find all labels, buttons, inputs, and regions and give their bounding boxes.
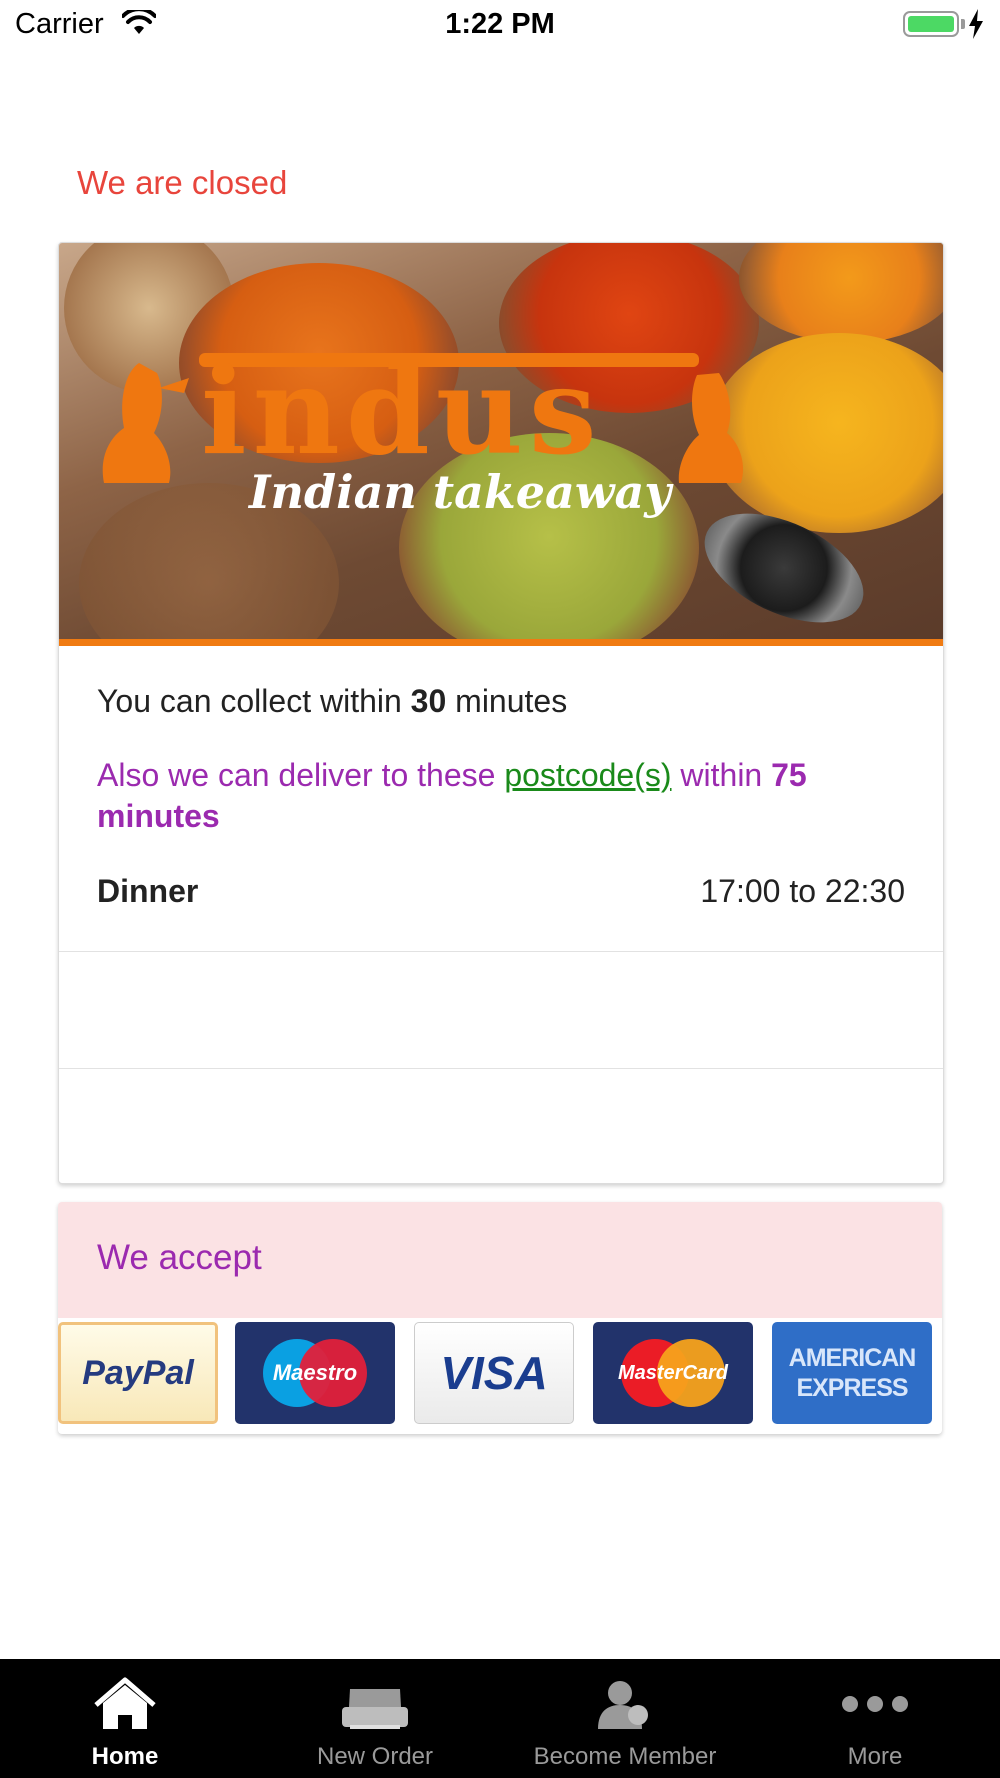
paypal-logo: PayPal	[58, 1322, 218, 1424]
hero-banner: indus Indian takeaway	[59, 243, 943, 639]
tab-new-order[interactable]: New Order	[250, 1659, 500, 1778]
meal-name: Dinner	[97, 873, 199, 909]
battery-icon	[903, 11, 959, 37]
postcodes-link[interactable]: postcode(s)	[504, 757, 671, 793]
payment-methods-header: We accept	[58, 1202, 942, 1318]
tab-bar: Home New Order Become Member More	[0, 1659, 1000, 1778]
row-divider	[59, 1068, 943, 1069]
charging-bolt-icon	[969, 9, 983, 39]
maestro-logo: Maestro	[235, 1322, 395, 1424]
tab-become-member-label: Become Member	[533, 1743, 717, 1770]
clock: 1:22 PM	[445, 8, 555, 40]
mastercard-logo: MasterCard	[593, 1322, 753, 1424]
closed-message: We are closed	[77, 164, 288, 201]
payment-methods-title: We accept	[97, 1238, 262, 1277]
collect-info: You can collect within 30 minutes	[97, 683, 568, 719]
delivery-info: Also we can deliver to these postcode(s)…	[97, 757, 807, 834]
meal-hours: 17:00 to 22:30	[700, 873, 905, 909]
battery-nub	[961, 19, 965, 29]
tab-more-label: More	[847, 1743, 903, 1770]
more-icon	[842, 1696, 908, 1712]
hero-accent-bar	[59, 639, 943, 646]
tab-home[interactable]: Home	[0, 1659, 250, 1778]
status-bar: Carrier 1:22 PM	[0, 0, 1000, 52]
tab-home-label: Home	[91, 1743, 159, 1770]
tab-new-order-label: New Order	[316, 1743, 434, 1770]
row-divider	[59, 951, 943, 952]
restaurant-logo: indus Indian takeaway	[102, 341, 744, 519]
restaurant-card: indus Indian takeaway You can collect wi…	[58, 242, 944, 1184]
tab-more[interactable]: More	[750, 1659, 1000, 1778]
tab-become-member[interactable]: Become Member	[500, 1659, 750, 1778]
logo-tagline: Indian takeaway	[247, 465, 674, 519]
logo-brand-text: indus	[201, 341, 603, 482]
visa-logo: VISA	[414, 1322, 574, 1424]
payment-methods-card: We accept PayPal Maestro VISA MasterCard…	[58, 1202, 942, 1434]
printer-icon	[342, 1689, 408, 1729]
amex-logo: AMERICAN EXPRESS	[772, 1322, 932, 1424]
member-icon	[598, 1681, 648, 1729]
home-icon	[94, 1677, 156, 1729]
